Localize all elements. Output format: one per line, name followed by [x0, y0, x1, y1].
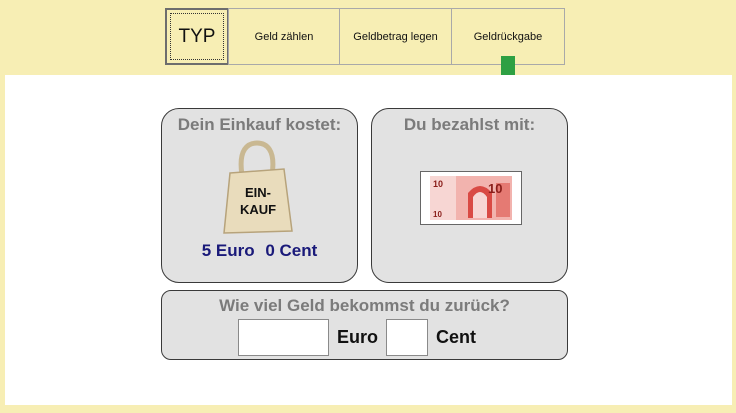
banknote-value-corner: 10 — [433, 210, 442, 219]
tab-geld-zaehlen[interactable]: Geld zählen — [228, 8, 340, 65]
price-cent: 0 Cent — [265, 241, 318, 260]
purchase-title: Dein Einkauf kostet: — [177, 115, 342, 134]
tab-typ-label: TYP — [170, 13, 224, 60]
euro-answer-input[interactable] — [238, 318, 329, 356]
price-euro: 5 Euro — [201, 241, 255, 260]
shopping-bag-icon: EIN- KAUF — [223, 140, 293, 234]
bag-label-line1: EIN- — [245, 185, 271, 200]
euro-unit-label: Euro — [337, 326, 379, 347]
tab-typ[interactable]: TYP — [165, 8, 229, 65]
banknote-value-small: 10 — [433, 179, 443, 189]
bag-label-line2: KAUF — [240, 202, 276, 217]
payment-box: Du bezahlst mit: 10 10 10 — [371, 108, 568, 283]
exercise-panel: Dein Einkauf kostet: EIN- KAUF 5 Euro 0 … — [5, 75, 732, 405]
purchase-price: 5 Euro 0 Cent — [162, 241, 357, 261]
payment-title: Du bezahlst mit: — [403, 115, 536, 134]
tab-geldbetrag-legen[interactable]: Geldbetrag legen — [339, 8, 452, 65]
purchase-box: Dein Einkauf kostet: EIN- KAUF 5 Euro 0 … — [161, 108, 358, 283]
tab-geldrueckgabe-label: Geldrückgabe — [473, 30, 543, 43]
answer-row: Euro Cent — [238, 318, 484, 356]
tab-geldbetrag-legen-label: Geldbetrag legen — [353, 30, 438, 43]
change-question-title: Wie viel Geld bekommst du zurück? — [219, 296, 510, 315]
banknote-value-large: 10 — [488, 181, 502, 196]
cent-answer-input[interactable] — [386, 318, 429, 356]
change-question-box: Wie viel Geld bekommst du zurück? Euro C… — [161, 290, 568, 360]
tab-geld-zaehlen-label: Geld zählen — [254, 30, 314, 43]
cent-unit-label: Cent — [436, 326, 477, 347]
ten-euro-banknote-icon: 10 10 10 — [420, 171, 522, 225]
